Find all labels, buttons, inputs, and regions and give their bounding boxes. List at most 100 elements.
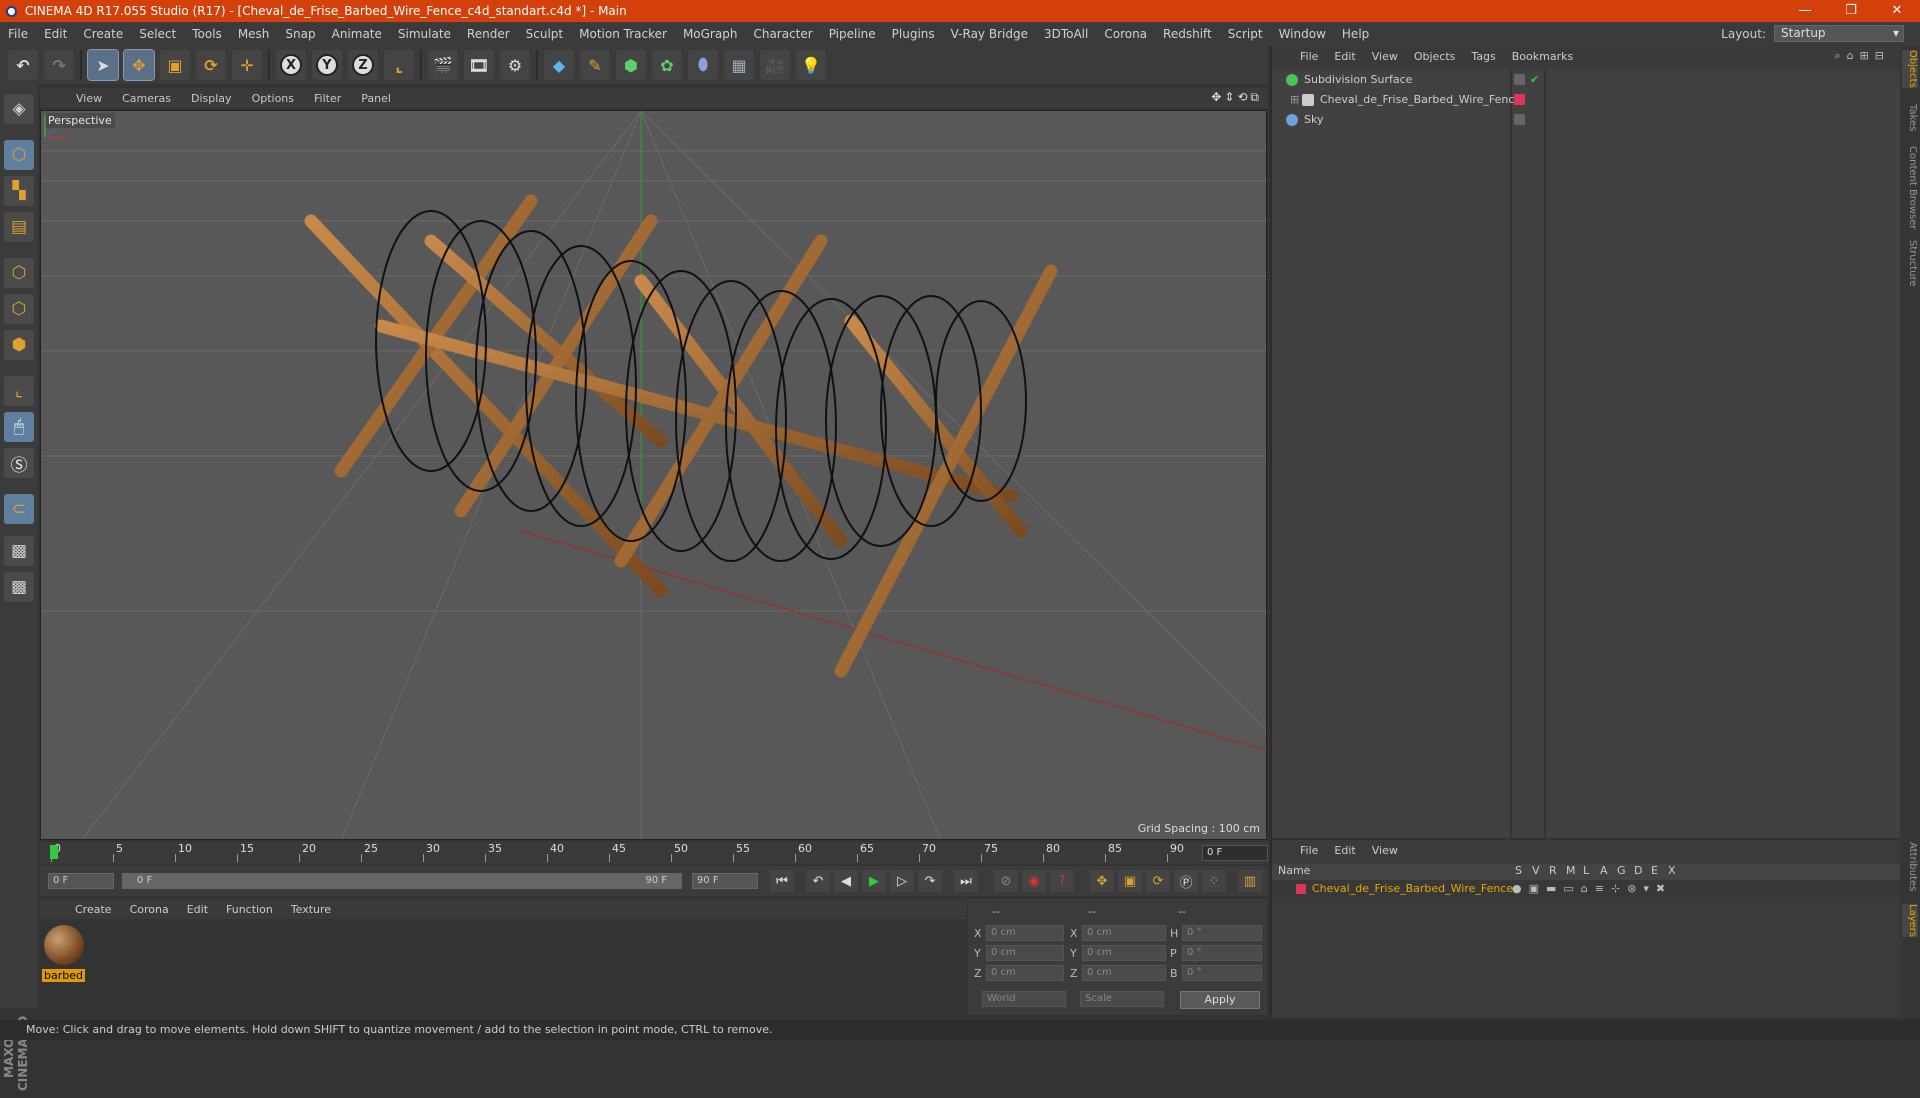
maximize-button[interactable]: ❐ bbox=[1828, 0, 1874, 22]
size-mode-dropdown[interactable]: Scale bbox=[1080, 991, 1164, 1007]
viewport-menu-cameras[interactable]: Cameras bbox=[112, 92, 181, 105]
search-icon[interactable]: ⌕ bbox=[1834, 49, 1846, 62]
points-mode-icon[interactable]: ⬡ bbox=[4, 258, 34, 288]
menu-animate[interactable]: Animate bbox=[324, 27, 390, 41]
new-view-icon[interactable]: ⊞ bbox=[1860, 49, 1875, 62]
camera-icon[interactable]: 🎥 bbox=[760, 50, 790, 80]
layers-menu-file[interactable]: File bbox=[1292, 844, 1326, 857]
menu-script[interactable]: Script bbox=[1220, 27, 1271, 41]
object-row[interactable]: Sky bbox=[1272, 110, 1902, 130]
start-frame-field[interactable]: 0 F bbox=[48, 873, 114, 889]
mograph-cloner-icon[interactable]: ✿ bbox=[652, 50, 682, 80]
menu-3dtoall[interactable]: 3DToAll bbox=[1036, 27, 1096, 41]
tab-structure[interactable]: Structure bbox=[1902, 240, 1918, 287]
next-frame-icon[interactable]: ▷ bbox=[890, 870, 914, 892]
frame-ruler[interactable]: 0 5 10 15 20 25 30 35 40 45 50 55 60 65 … bbox=[50, 842, 1198, 864]
apply-button[interactable]: Apply bbox=[1180, 991, 1260, 1009]
model-mode-icon[interactable]: ⬡ bbox=[4, 140, 34, 170]
floor-scene-icon[interactable]: ▦ bbox=[724, 50, 754, 80]
current-frame-field[interactable]: 0 F bbox=[1202, 845, 1268, 861]
snap-toggle-icon[interactable]: Ⓢ bbox=[4, 448, 34, 478]
z-axis-lock-button[interactable]: Z bbox=[348, 50, 378, 80]
undo-icon[interactable]: ↶ bbox=[8, 50, 38, 80]
material-menu-texture[interactable]: Texture bbox=[282, 903, 340, 916]
layers-menu-view[interactable]: View bbox=[1364, 844, 1406, 857]
key-rotation-icon[interactable]: ⟳ bbox=[1146, 870, 1170, 892]
position-y-field[interactable]: 0 cm bbox=[986, 945, 1064, 961]
autokey-icon[interactable]: ? bbox=[1050, 870, 1074, 892]
tab-attributes[interactable]: Attributes bbox=[1902, 842, 1918, 891]
menu-corona[interactable]: Corona bbox=[1096, 27, 1155, 41]
end-frame-field[interactable]: 90 F bbox=[692, 873, 758, 889]
size-z-field[interactable]: 0 cm bbox=[1082, 965, 1166, 981]
material-menu-edit[interactable]: Edit bbox=[178, 903, 217, 916]
coordinate-system-dropdown[interactable]: World bbox=[982, 991, 1066, 1007]
key-points-icon[interactable]: ⁘ bbox=[1202, 870, 1226, 892]
rotation-h-field[interactable]: 0 ° bbox=[1182, 925, 1262, 941]
next-keyframe-icon[interactable]: ↷ bbox=[918, 870, 942, 892]
render-picture-viewer-icon[interactable]: 🎞 bbox=[464, 50, 494, 80]
layer-toggle-icons[interactable]: ●▣▬▭⌂≡⊹⊛▾✖ bbox=[1512, 880, 1672, 898]
close-button[interactable]: ✕ bbox=[1874, 0, 1920, 22]
menu-sculpt[interactable]: Sculpt bbox=[518, 27, 571, 41]
objects-menu-tags[interactable]: Tags bbox=[1463, 50, 1503, 63]
size-x-field[interactable]: 0 cm bbox=[1082, 925, 1166, 941]
y-axis-lock-button[interactable]: Y bbox=[312, 50, 342, 80]
objects-menu-file[interactable]: File bbox=[1292, 50, 1326, 63]
menu-redshift[interactable]: Redshift bbox=[1155, 27, 1220, 41]
minimize-button[interactable]: — bbox=[1782, 0, 1828, 22]
pen-spline-icon[interactable]: ✎ bbox=[580, 50, 610, 80]
cube-object-icon[interactable]: ◆ bbox=[544, 50, 574, 80]
edges-mode-icon[interactable]: ⬡ bbox=[4, 294, 34, 324]
expand-icon[interactable]: ⊟ bbox=[1875, 49, 1890, 62]
tab-content-browser[interactable]: Content Browser bbox=[1902, 146, 1918, 229]
key-position-icon[interactable]: ✥ bbox=[1090, 870, 1114, 892]
layer-name[interactable]: Cheval_de_Frise_Barbed_Wire_Fence bbox=[1312, 880, 1513, 898]
workplane-lock-icon[interactable]: ▩ bbox=[4, 536, 34, 566]
viewport-menu-panel[interactable]: Panel bbox=[351, 92, 401, 105]
viewport-menu-options[interactable]: Options bbox=[242, 92, 304, 105]
redo-icon[interactable]: ↷ bbox=[44, 50, 74, 80]
menu-select[interactable]: Select bbox=[131, 27, 184, 41]
go-to-start-icon[interactable]: ⏮ bbox=[770, 870, 794, 892]
menu-vray-bridge[interactable]: V-Ray Bridge bbox=[943, 27, 1036, 41]
play-icon[interactable]: ▶ bbox=[862, 870, 886, 892]
prev-keyframe-icon[interactable]: ↶ bbox=[806, 870, 830, 892]
menu-edit[interactable]: Edit bbox=[36, 27, 75, 41]
scale-tool-icon[interactable]: ▣ bbox=[160, 50, 190, 80]
prev-frame-icon[interactable]: ◀ bbox=[834, 870, 858, 892]
key-scale-icon[interactable]: ▣ bbox=[1118, 870, 1142, 892]
menu-pipeline[interactable]: Pipeline bbox=[821, 27, 884, 41]
objects-menu-edit[interactable]: Edit bbox=[1326, 50, 1363, 63]
menu-mograph[interactable]: MoGraph bbox=[675, 27, 746, 41]
make-editable-icon[interactable]: ◈ bbox=[4, 94, 34, 124]
material-menu-create[interactable]: Create bbox=[66, 903, 121, 916]
timeline-ruler[interactable]: 0 5 10 15 20 25 30 35 40 45 50 55 60 65 … bbox=[40, 842, 1268, 864]
editor-visibility-toggle[interactable] bbox=[1514, 114, 1525, 125]
axis-mode-icon[interactable]: ⌞ bbox=[4, 376, 34, 406]
objects-menu-view[interactable]: View bbox=[1364, 50, 1406, 63]
object-row[interactable]: ⊞ Cheval_de_Frise_Barbed_Wire_Fence bbox=[1272, 90, 1902, 110]
viewport-menu-display[interactable]: Display bbox=[181, 92, 242, 105]
viewport-menu-view[interactable]: View bbox=[66, 92, 112, 105]
object-row[interactable]: Subdivision Surface ✔ bbox=[1272, 70, 1902, 90]
texture-mode-icon[interactable]: ▚ bbox=[4, 176, 34, 206]
viewport-menu-filter[interactable]: Filter bbox=[304, 92, 351, 105]
perspective-viewport[interactable]: Perspective Grid Spacing : 100 cm bbox=[40, 110, 1267, 840]
menu-create[interactable]: Create bbox=[75, 27, 131, 41]
layer-row[interactable]: Cheval_de_Frise_Barbed_Wire_Fence ●▣▬▭⌂≡… bbox=[1272, 880, 1902, 898]
preview-range-slider[interactable]: 0 F 90 F bbox=[122, 873, 682, 889]
render-settings-icon[interactable]: ⚙ bbox=[500, 50, 530, 80]
move-tool-icon[interactable]: ✥ bbox=[123, 49, 155, 81]
editor-visibility-toggle[interactable] bbox=[1514, 74, 1525, 85]
layout-dropdown[interactable]: Startup bbox=[1774, 25, 1904, 42]
material-menu-corona[interactable]: Corona bbox=[121, 903, 178, 916]
menu-tools[interactable]: Tools bbox=[184, 27, 230, 41]
grid-rotate-icon[interactable]: ▩ bbox=[4, 572, 34, 602]
home-icon[interactable]: ⌂ bbox=[1847, 49, 1860, 62]
material-thumbnail[interactable] bbox=[44, 925, 84, 965]
polygons-mode-icon[interactable]: ⬢ bbox=[4, 330, 34, 360]
workplane-icon[interactable]: ▤ bbox=[4, 212, 34, 242]
enabled-check-icon[interactable]: ✔ bbox=[1530, 70, 1539, 90]
subdivision-surface-icon[interactable]: ⬢ bbox=[616, 50, 646, 80]
